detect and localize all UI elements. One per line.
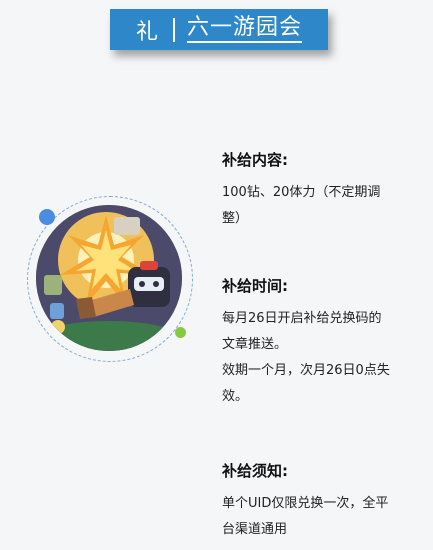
banner-title: 六一游园会 — [187, 16, 303, 43]
game-illustration — [27, 196, 195, 364]
decorative-dot-green — [175, 327, 186, 338]
header-banner: 礼 六一游园会 — [110, 9, 328, 50]
section-title: 补给内容: — [222, 151, 288, 169]
banner-divider — [173, 17, 175, 42]
decorative-dot-blue — [39, 209, 55, 225]
section-title: 补给时间: — [222, 277, 288, 295]
banner-tag: 礼 — [135, 19, 159, 45]
section-text: 单个UID仅限兑换一次，全平 台渠道通用 — [222, 496, 389, 537]
game-artwork-image — [36, 205, 182, 351]
artwork-svg — [36, 205, 182, 351]
section-text: 100钻、20体力（不定期调 整） — [222, 185, 381, 226]
section-title: 补给须知: — [222, 462, 288, 480]
section-supply-content: 补给内容: 100钻、20体力（不定期调 整） — [222, 150, 422, 232]
section-text: 每月26日开启补给兑换码的 文章推送。 效期一个月，次月26日0点失 效。 — [222, 311, 390, 404]
section-supply-notice: 补给须知: 单个UID仅限兑换一次，全平 台渠道通用 — [222, 461, 422, 543]
section-supply-time: 补给时间: 每月26日开启补给兑换码的 文章推送。 效期一个月，次月26日0点失… — [222, 276, 422, 410]
